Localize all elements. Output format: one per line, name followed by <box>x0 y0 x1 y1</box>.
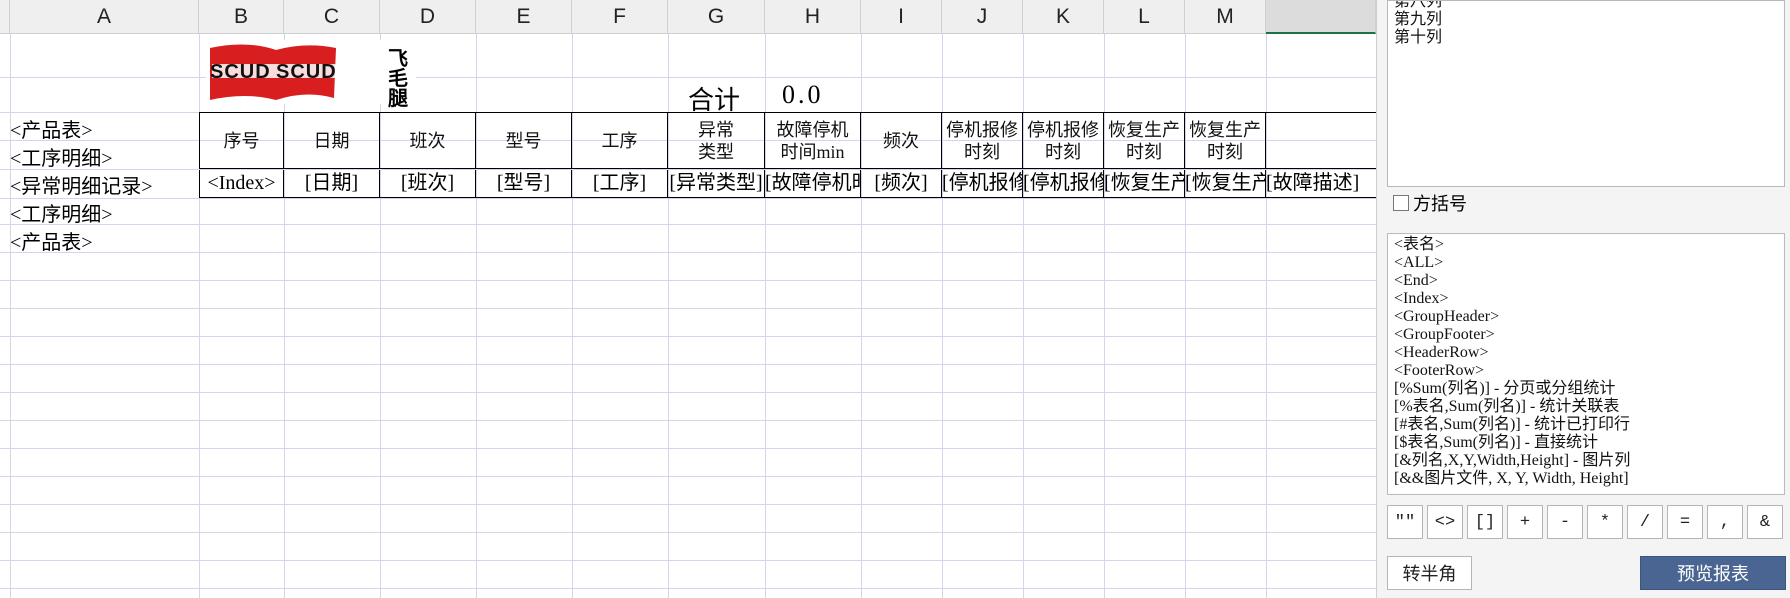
total-value[interactable]: 0.0 <box>782 80 824 110</box>
column-header-g[interactable]: G <box>668 0 765 34</box>
logo-cn-3: 腿 <box>388 88 408 110</box>
column-name-list[interactable]: 第八列 第九列 第十列 <box>1387 0 1785 187</box>
header-cell[interactable]: 恢复生产时刻 <box>1104 113 1185 169</box>
column-header-h[interactable]: H <box>765 0 861 34</box>
placeholder-cell[interactable]: <Index> <box>199 170 284 198</box>
list-item[interactable]: [&&图片文件, X, Y, Width, Height] <box>1394 470 1778 488</box>
column-header-l[interactable]: L <box>1104 0 1185 34</box>
placeholder-cell[interactable]: [工序] <box>572 170 668 198</box>
header-cell[interactable]: 型号 <box>476 113 572 169</box>
half-width-button[interactable]: 转半角 <box>1387 556 1472 590</box>
column-header-j[interactable]: J <box>942 0 1023 34</box>
list-item[interactable]: <End> <box>1394 272 1778 290</box>
bracket-checkbox[interactable] <box>1393 195 1409 211</box>
column-header-i[interactable]: I <box>861 0 942 34</box>
list-item[interactable]: <ALL> <box>1394 254 1778 272</box>
logo-text-1: SCUD <box>210 61 271 83</box>
list-item[interactable]: 第十列 <box>1394 29 1778 47</box>
placeholder-cell[interactable]: [恢复生产时刻] <box>1185 170 1266 198</box>
column-header-f[interactable]: F <box>572 0 668 34</box>
company-logo: SCUD SCUD 飞 毛 腿 <box>206 40 416 110</box>
insert-equals-button[interactable]: = <box>1667 505 1703 539</box>
list-item[interactable]: <GroupHeader> <box>1394 308 1778 326</box>
insert-angle-brackets-button[interactable]: <> <box>1427 505 1463 539</box>
column-header-m[interactable]: M <box>1185 0 1266 34</box>
list-item[interactable]: [&列名,X,Y,Width,Height] - 图片列 <box>1394 452 1778 470</box>
tag-product-table-end[interactable]: <产品表> <box>10 226 93 255</box>
insert-comma-button[interactable]: , <box>1707 505 1743 539</box>
header-cell[interactable]: 恢复生产时刻 <box>1185 113 1266 169</box>
insert-divide-button[interactable]: / <box>1627 505 1663 539</box>
placeholder-cell[interactable]: [故障描述] <box>1266 170 1376 198</box>
list-item[interactable]: <FooterRow> <box>1394 362 1778 380</box>
syntax-list[interactable]: <表名> <ALL> <End> <Index> <GroupHeader> <… <box>1387 233 1785 495</box>
column-header-k[interactable]: K <box>1023 0 1104 34</box>
insert-ampersand-button[interactable]: & <box>1747 505 1783 539</box>
header-cell[interactable]: 工序 <box>572 113 668 169</box>
list-item[interactable]: [#表名,Sum(列名)] - 统计已打印行 <box>1394 416 1778 434</box>
insert-square-brackets-button[interactable]: [] <box>1467 505 1503 539</box>
column-header-b[interactable]: B <box>199 0 284 34</box>
preview-report-button[interactable]: 预览报表 <box>1640 556 1786 590</box>
tag-process-detail-end[interactable]: <工序明细> <box>10 198 113 227</box>
placeholder-cell[interactable]: [型号] <box>476 170 572 198</box>
list-item[interactable]: <Index> <box>1394 290 1778 308</box>
header-cell[interactable]: 班次 <box>380 113 476 169</box>
placeholder-cell[interactable]: [故障停机时间] <box>765 170 861 198</box>
corner-header[interactable] <box>0 0 10 34</box>
list-item[interactable]: 第九列 <box>1394 11 1778 29</box>
tag-exception-record[interactable]: <异常明细记录> <box>10 170 153 199</box>
tag-product-table-start[interactable]: <产品表> <box>10 114 93 143</box>
header-cell[interactable]: 故障停机时间min <box>765 113 861 169</box>
column-header-d[interactable]: D <box>380 0 476 34</box>
bracket-checkbox-label: 方括号 <box>1413 194 1467 214</box>
column-header-c[interactable]: C <box>284 0 380 34</box>
placeholder-cell[interactable]: [异常类型] <box>668 170 765 198</box>
list-item[interactable]: [$表名,Sum(列名)] - 直接统计 <box>1394 434 1778 452</box>
logo-text-2: SCUD <box>276 61 337 83</box>
insert-minus-button[interactable]: - <box>1547 505 1583 539</box>
spreadsheet-area[interactable]: A B C D E F G H I J K L M SCUD SCUD 飞 毛 … <box>0 0 1376 598</box>
placeholder-cell[interactable]: [日期] <box>284 170 380 198</box>
list-item[interactable]: [%Sum(列名)] - 分页或分组统计 <box>1394 380 1778 398</box>
insert-plus-button[interactable]: + <box>1507 505 1543 539</box>
header-cell[interactable]: 停机报修时刻 <box>1023 113 1104 169</box>
header-cell[interactable]: 异常类型 <box>668 113 765 169</box>
column-header-n[interactable] <box>1266 0 1376 34</box>
placeholder-cell[interactable]: [停机报修时刻] <box>942 170 1023 198</box>
template-helper-panel: 第八列 第九列 第十列 方括号 <表名> <ALL> <End> <Index>… <box>1376 0 1790 598</box>
list-item[interactable]: <HeaderRow> <box>1394 344 1778 362</box>
column-header-e[interactable]: E <box>476 0 572 34</box>
insert-quotes-button[interactable]: "" <box>1387 505 1423 539</box>
header-cell[interactable]: 停机报修时刻 <box>942 113 1023 169</box>
column-header-a[interactable]: A <box>10 0 199 34</box>
insert-multiply-button[interactable]: * <box>1587 505 1623 539</box>
placeholder-cell[interactable]: [恢复生产时刻] <box>1104 170 1185 198</box>
bracket-option[interactable]: 方括号 <box>1393 192 1467 214</box>
placeholder-cell[interactable]: [频次] <box>861 170 942 198</box>
header-cell[interactable]: 日期 <box>284 113 380 169</box>
header-cell[interactable]: 频次 <box>861 113 942 169</box>
placeholder-cell[interactable]: [停机报修时刻] <box>1023 170 1104 198</box>
list-item[interactable]: 第八列 <box>1394 1 1778 11</box>
tag-process-detail-start[interactable]: <工序明细> <box>10 142 113 171</box>
placeholder-cell[interactable]: [班次] <box>380 170 476 198</box>
list-item[interactable]: <GroupFooter> <box>1394 326 1778 344</box>
list-item[interactable]: <表名> <box>1394 236 1778 254</box>
header-cell[interactable]: 序号 <box>199 113 284 169</box>
list-item[interactable]: [%表名,Sum(列名)] - 统计关联表 <box>1394 398 1778 416</box>
